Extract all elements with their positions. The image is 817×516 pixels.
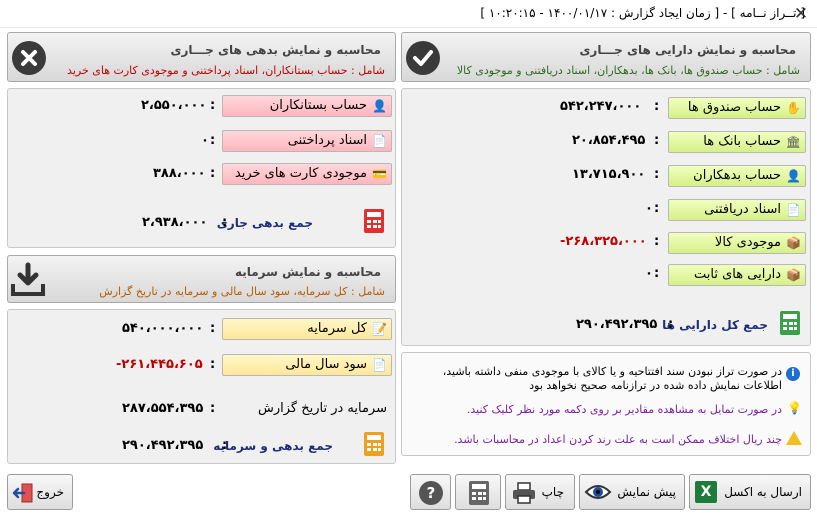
row-label: اسناد دریافتنی: [704, 202, 781, 217]
exit-label: خروج: [36, 485, 64, 499]
info-note: در صورت تراز نبودن سند افتتاحیه و یا کال…: [442, 365, 782, 392]
liabilities-total-label: جمع بدهی جاری: [216, 216, 313, 230]
total-capital-button[interactable]: 📝 کل سرمایه: [222, 318, 392, 340]
document-edit-icon: 📝: [372, 322, 387, 336]
calculator-icon: [364, 432, 384, 456]
x-circle-icon: [12, 41, 46, 75]
warning-icon: [786, 431, 802, 445]
document-icon: 📄: [372, 358, 387, 372]
close-window-button[interactable]: ✕: [788, 2, 814, 26]
row-label: حساب صندوق ها: [687, 100, 781, 115]
creditors-account-button[interactable]: 👤 حساب بستانکاران: [222, 95, 392, 117]
purchase-cards-button[interactable]: 💳 موجودی کارت های خرید: [222, 163, 392, 185]
excel-icon: X: [695, 481, 717, 503]
check-icon: [406, 41, 440, 75]
document-icon: 📄: [372, 134, 387, 148]
row-label: دارایی های ثابت: [694, 267, 781, 282]
liabilities-header-button[interactable]: محاسبه و نمایش بدهی های جـــاری شامل : ح…: [7, 32, 396, 82]
exit-door-icon: [12, 482, 34, 504]
calculator-icon: [364, 209, 384, 233]
capital-date-label: سرمایه در تاریخ گزارش: [257, 401, 387, 416]
capital-title: محاسبه و نمایش سرمایه: [234, 265, 381, 279]
row-label: موجودی کالا: [714, 235, 781, 250]
exit-button[interactable]: خروج: [7, 474, 73, 510]
bank-value: ۲۰،۸۵۴،۴۹۵: [572, 133, 646, 148]
capital-subtitle: شامل : کل سرمایه، سود سال مالی و سرمایه …: [99, 285, 385, 298]
assets-subtitle: شامل : حساب صندوق ها، بانک ها، بدهکاران،…: [456, 64, 800, 77]
debtors-account-button[interactable]: 👤 حساب بدهکاران: [668, 165, 806, 187]
liabilities-title: محاسبه و نمایش بدهی های جـــاری: [170, 43, 381, 57]
assets-title: محاسبه و نمایش دارایی های جـــاری: [579, 43, 796, 57]
row-label: حساب بانک ها: [703, 134, 781, 149]
assets-total-label: جمع کل دارایی ها: [662, 318, 768, 332]
inventory-button[interactable]: 📦 موجودی کالا: [668, 232, 806, 254]
calculator-icon: [780, 311, 800, 335]
eye-icon: [584, 482, 612, 502]
capital-total-label: جمع بدهی و سرمایه: [213, 439, 333, 453]
preview-label: پیش نمایش: [617, 485, 676, 499]
fiscal-profit-value: -۲۶۱،۴۴۵،۶۰۵: [116, 357, 203, 372]
capital-date-value: ۲۸۷،۵۵۴،۳۹۵: [122, 401, 204, 416]
capital-header-button[interactable]: محاسبه و نمایش سرمایه شامل : کل سرمایه، …: [7, 255, 396, 303]
liabilities-panel: 👤 حساب بستانکاران : ۲،۵۵۰،۰۰۰ 📄 اسناد پر…: [7, 88, 396, 248]
box-icon: 📦: [786, 268, 801, 282]
card-icon: 💳: [372, 167, 387, 181]
export-excel-label: ارسال به اکسل: [724, 485, 802, 499]
title-bar: [ تــراز نــامه ] - [ زمان ایجاد گزارش :…: [0, 0, 817, 28]
window-title: [ تــراز نــامه ] - [ زمان ایجاد گزارش :…: [480, 6, 805, 20]
lightbulb-icon: 💡: [787, 401, 802, 415]
total-capital-value: ۵۴۰،۰۰۰،۰۰۰: [122, 321, 204, 336]
cash-value: ۵۴۲،۲۴۷،۰۰۰: [560, 99, 642, 114]
tip-note: در صورت تمایل به مشاهده مقادیر بر روی دک…: [466, 403, 782, 416]
calculator-button[interactable]: [455, 474, 501, 510]
payable-value: ۰: [201, 133, 209, 148]
bank-account-button[interactable]: 🏛 حساب بانک ها: [668, 131, 806, 153]
print-label: چاپ: [541, 485, 564, 499]
print-button[interactable]: چاپ: [505, 474, 575, 510]
inventory-value: -۲۶۸،۳۲۵،۰۰۰: [560, 234, 647, 249]
help-button[interactable]: ?: [410, 474, 451, 510]
printer-icon: [511, 481, 537, 505]
fiscal-profit-button[interactable]: 📄 سود سال مالی: [222, 354, 392, 376]
notes-panel: i در صورت تراز نبودن سند افتتاحیه و یا ک…: [401, 352, 811, 456]
row-label: کل سرمایه: [307, 321, 367, 336]
preview-button[interactable]: پیش نمایش: [579, 474, 685, 510]
calculator-icon: [469, 481, 489, 505]
row-label: موجودی کارت های خرید: [234, 166, 367, 181]
document-icon: 📄: [786, 203, 801, 217]
capital-panel: 📝 کل سرمایه : ۵۴۰،۰۰۰،۰۰۰ 📄 سود سال مالی…: [7, 309, 396, 464]
creditors-value: ۲،۵۵۰،۰۰۰: [141, 98, 207, 113]
fixed-assets-button[interactable]: 📦 دارایی های ثابت: [668, 264, 806, 286]
assets-panel: ✋ حساب صندوق ها : ۵۴۲،۲۴۷،۰۰۰ 🏛 حساب بان…: [401, 88, 811, 346]
row-label: سود سال مالی: [285, 357, 367, 372]
fixed-assets-value: ۰: [645, 266, 653, 281]
debtors-value: ۱۳،۷۱۵،۹۰۰: [572, 167, 646, 182]
question-icon: ?: [419, 481, 443, 505]
liabilities-subtitle: شامل : حساب بستانکاران، اسناد پرداختنی و…: [67, 64, 385, 77]
capital-total-value: ۲۹۰،۴۹۲،۳۹۵: [122, 438, 204, 453]
liabilities-total-value: ۲،۹۳۸،۰۰۰: [142, 215, 208, 230]
purchase-cards-value: ۳۸۸،۰۰۰: [153, 166, 206, 181]
cash-account-button[interactable]: ✋ حساب صندوق ها: [668, 97, 806, 119]
cash-hand-icon: ✋: [786, 101, 801, 115]
person-icon: 👤: [786, 169, 801, 183]
bank-icon: 🏛: [785, 135, 801, 149]
row-label: حساب بدهکاران: [693, 168, 781, 183]
info-icon: i: [786, 367, 800, 381]
warning-note: چند ریال اختلاف ممکن است به علت رند کردن…: [454, 433, 782, 446]
box-icon: 📦: [786, 236, 801, 250]
receivable-value: ۰: [645, 201, 653, 216]
export-excel-button[interactable]: X ارسال به اکسل: [689, 474, 811, 510]
download-icon: [10, 262, 46, 298]
assets-total-value: ۲۹۰،۴۹۲،۳۹۵: [576, 317, 658, 332]
person-icon: 👤: [372, 99, 387, 113]
row-label: حساب بستانکاران: [269, 98, 367, 113]
assets-header-button[interactable]: محاسبه و نمایش دارایی های جـــاری شامل :…: [401, 32, 811, 82]
payable-docs-button[interactable]: 📄 اسناد پرداختنی: [222, 130, 392, 152]
row-label: اسناد پرداختنی: [287, 133, 367, 148]
receivable-docs-button[interactable]: 📄 اسناد دریافتنی: [668, 199, 806, 221]
